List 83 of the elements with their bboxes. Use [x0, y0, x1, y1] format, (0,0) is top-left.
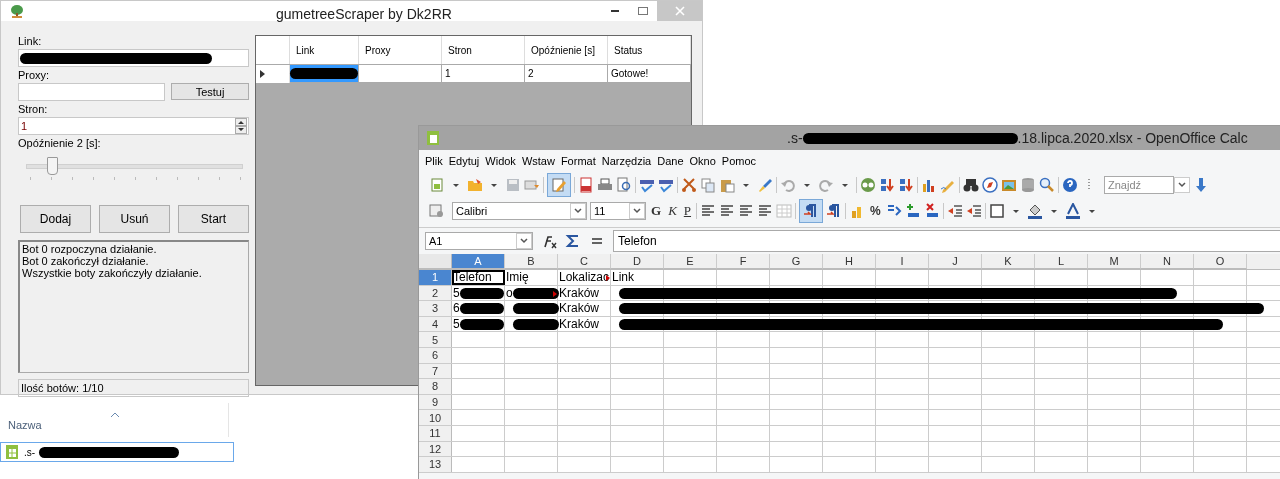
row-header[interactable]: 3 — [419, 301, 452, 316]
column-header[interactable]: A — [452, 254, 505, 269]
column-header[interactable]: Proxy — [359, 36, 442, 64]
table-cell: 6 — [452, 301, 505, 316]
row-header[interactable]: 7 — [419, 363, 452, 379]
table-cell-text: Imię — [505, 270, 530, 285]
menu-item[interactable]: Narzędzia — [601, 155, 652, 167]
test-button[interactable]: Testuj — [171, 83, 249, 100]
log-line: Bot 0 rozpoczyna działanie. — [22, 243, 158, 255]
table-cell: 1 — [442, 65, 525, 83]
file-item[interactable]: .s- — [0, 442, 234, 462]
menu-item[interactable]: Plik — [425, 155, 443, 167]
row-header[interactable]: 9 — [419, 394, 452, 410]
column-header[interactable]: B — [505, 254, 558, 269]
menu-item[interactable]: Format — [560, 155, 596, 167]
column-header[interactable]: Status — [608, 36, 691, 64]
percent-button[interactable]: % — [868, 204, 883, 218]
menu-item[interactable]: Dane — [657, 155, 684, 167]
pages-spinner[interactable]: 1 — [18, 117, 249, 135]
column-header[interactable]: O — [1194, 254, 1247, 269]
name-box[interactable]: A1 — [425, 232, 533, 250]
menu-item[interactable]: Widok — [485, 155, 516, 167]
font-size-field[interactable]: 11 — [590, 202, 646, 220]
column-header[interactable]: Link — [290, 36, 359, 64]
table-cell: Lokalizac — [558, 270, 611, 285]
bold-button[interactable]: G — [649, 203, 664, 219]
table-cell: 5 — [452, 316, 505, 332]
table-cell-text: Kraków — [558, 285, 600, 301]
column-header[interactable]: Nazwa — [0, 403, 229, 437]
window-title: gumetreeScraper by Dk2RR — [276, 6, 452, 22]
table-cell: o — [505, 285, 558, 301]
log-line: Wszystkie boty zakończyły działanie. — [22, 267, 203, 279]
row-header[interactable]: 13 — [419, 457, 452, 472]
menu-item[interactable]: Wstaw — [521, 155, 555, 167]
column-header[interactable]: N — [1141, 254, 1194, 269]
field-label: Link: — [18, 34, 43, 49]
font-name-field[interactable]: Calibri — [452, 202, 587, 220]
row-header[interactable]: 2 — [419, 285, 452, 301]
bot-count: Ilość botów: 1/10 — [21, 382, 104, 394]
window-title: .18.lipca.2020.xlsx - OpenOffice Calc — [1017, 130, 1248, 146]
row-header[interactable]: 1 — [419, 270, 452, 285]
table-cell: Telefon — [452, 270, 505, 285]
row-header[interactable]: 11 — [419, 425, 452, 441]
window-title: .s- — [787, 130, 803, 146]
find-field[interactable]: Znajdź — [1104, 176, 1174, 194]
column-header[interactable]: M — [1088, 254, 1141, 269]
action-button[interactable]: Dodaj — [20, 205, 91, 233]
menu-item[interactable]: Okno — [689, 155, 716, 167]
column-header[interactable]: Opóźnienie [s] — [525, 36, 608, 64]
column-header[interactable]: I — [876, 254, 929, 269]
column-header[interactable]: L — [1035, 254, 1088, 269]
italic-button[interactable]: K — [666, 203, 679, 219]
column-header[interactable]: E — [664, 254, 717, 269]
row-header[interactable]: 10 — [419, 410, 452, 425]
action-button[interactable]: Usuń — [99, 205, 170, 233]
column-header[interactable]: D — [611, 254, 664, 269]
table-cell: 5 — [452, 285, 505, 301]
row-header[interactable]: 5 — [419, 332, 452, 347]
column-header[interactable]: J — [929, 254, 982, 269]
row-header[interactable]: 12 — [419, 441, 452, 457]
table-cell-text: Kraków — [558, 316, 600, 332]
slider-label: Opóźnienie 2 [s]: — [18, 136, 102, 151]
table-cell: Gotowe! — [608, 65, 691, 83]
column-header[interactable]: G — [770, 254, 823, 269]
column-header[interactable]: K — [982, 254, 1035, 269]
underline-button[interactable]: P — [681, 203, 694, 219]
row-header[interactable]: 4 — [419, 316, 452, 332]
table-cell: 2 — [525, 65, 608, 83]
row-header[interactable]: 6 — [419, 347, 452, 363]
column-header[interactable]: C — [558, 254, 611, 269]
menu-item[interactable]: Edytuj — [448, 155, 480, 167]
menu-item[interactable]: Pomoc — [721, 155, 757, 167]
field-label: Proxy: — [18, 68, 51, 83]
log-line: Bot 0 zakończył działanie. — [22, 255, 150, 267]
column-header[interactable]: F — [717, 254, 770, 269]
formula-field[interactable]: Telefon — [613, 230, 1280, 252]
table-cell-text: Link — [611, 270, 635, 285]
column-header[interactable]: Stron — [442, 36, 525, 64]
row-header[interactable]: 8 — [419, 379, 452, 394]
action-button[interactable]: Start — [178, 205, 249, 233]
field-label: Stron: — [18, 102, 49, 117]
table-cell-text: Kraków — [558, 301, 600, 316]
column-header[interactable]: H — [823, 254, 876, 269]
